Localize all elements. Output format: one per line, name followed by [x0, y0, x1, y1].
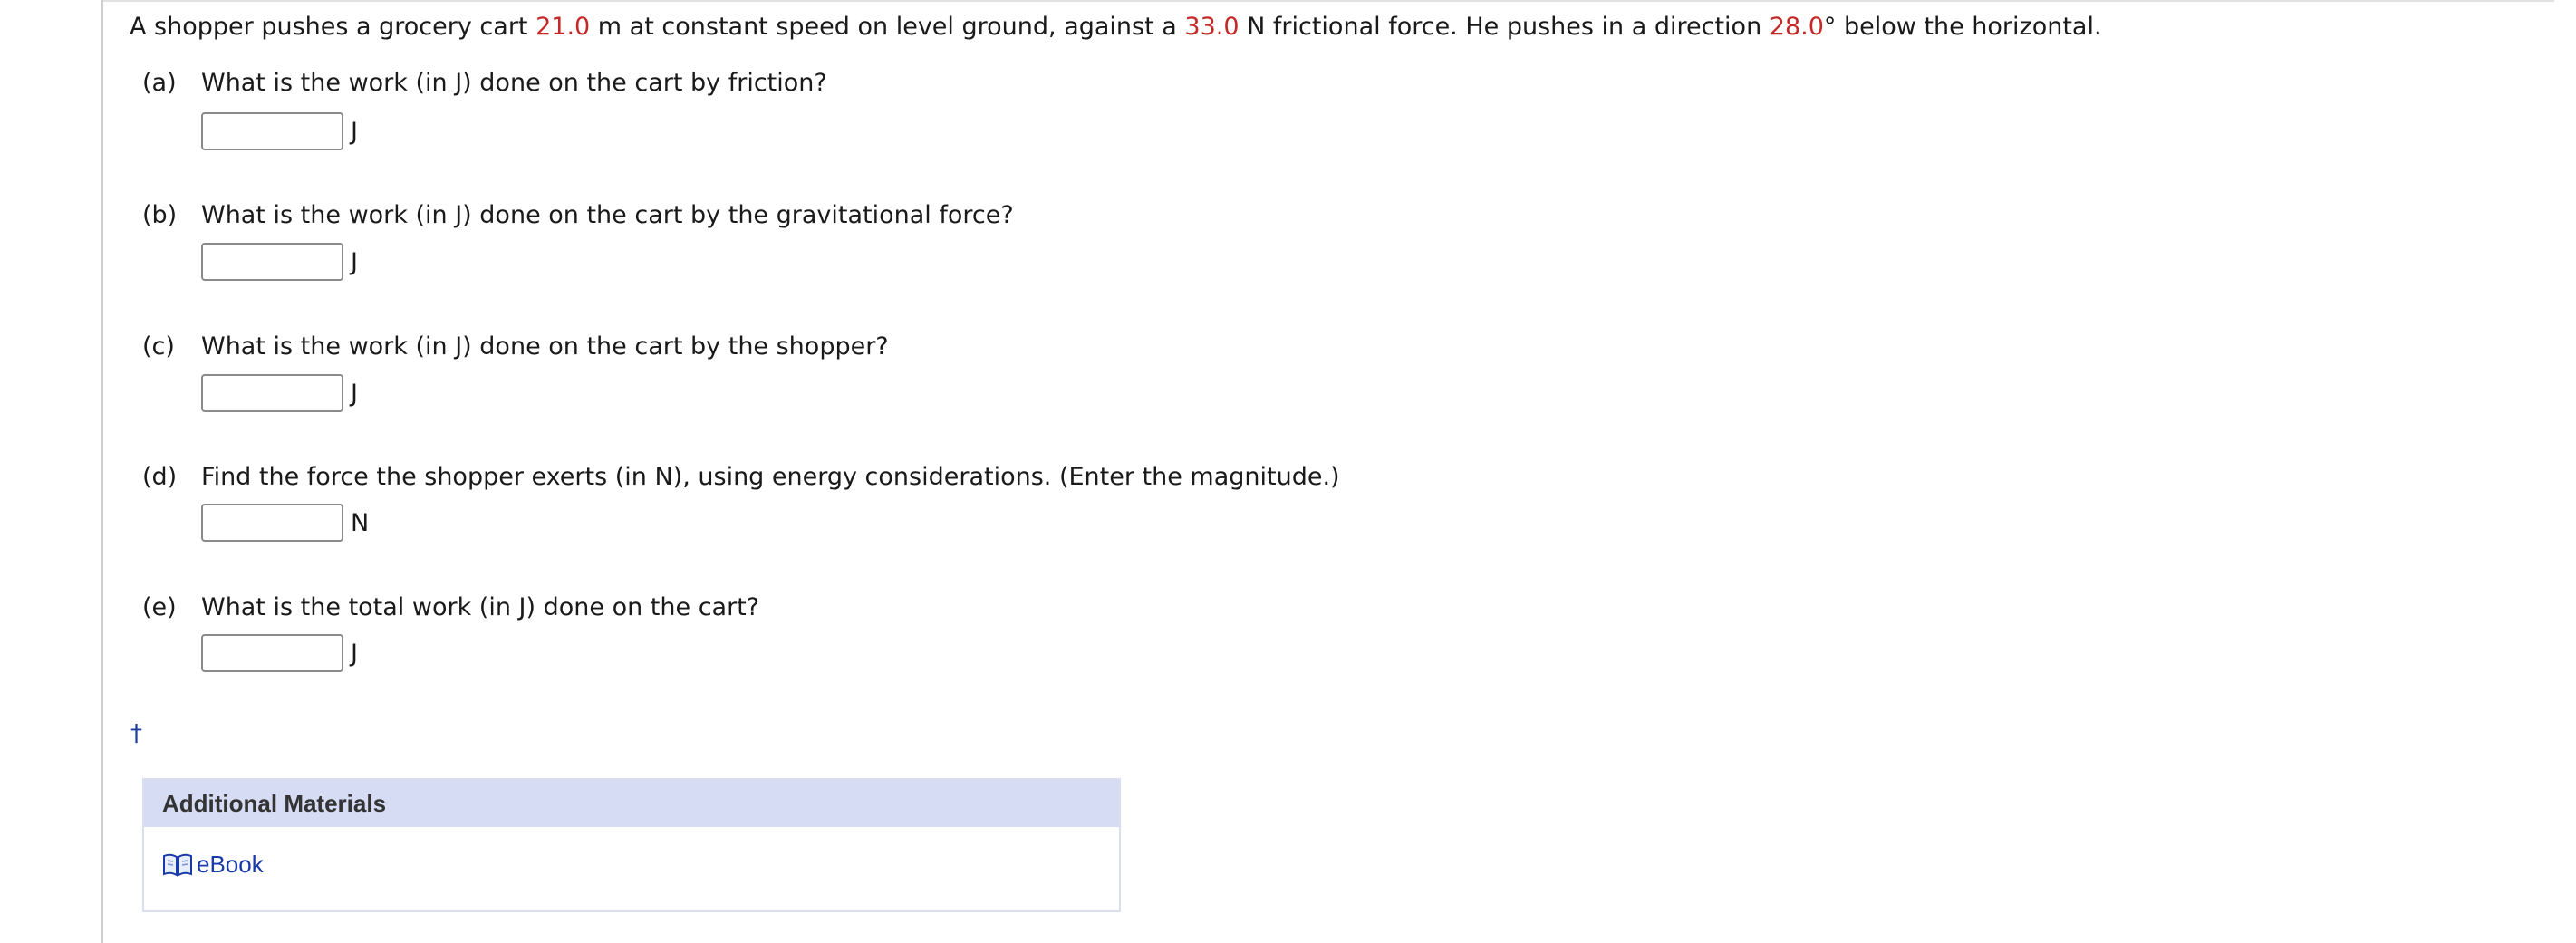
part-a-unit: J	[351, 117, 358, 146]
problem-text-4: ° below the horizontal.	[1823, 13, 2102, 41]
part-b-answer-row: J	[201, 243, 358, 281]
given-friction: 33.0	[1184, 13, 1240, 41]
part-d-answer-row: N	[201, 504, 369, 542]
part-b-letter: (b)	[142, 201, 178, 229]
problem-text-2: m at constant speed on level ground, aga…	[590, 13, 1185, 41]
footnote-dagger-link[interactable]: †	[130, 720, 142, 747]
ebook-link-label: eBook	[197, 851, 264, 878]
additional-materials-header: Additional Materials	[144, 780, 1119, 827]
part-b-answer-input[interactable]	[201, 243, 343, 281]
part-e-text: What is the total work (in J) done on th…	[201, 593, 760, 621]
part-e-answer-input[interactable]	[201, 634, 343, 672]
part-d-question: (d) Find the force the shopper exerts (in…	[142, 459, 1340, 496]
part-c-unit: J	[351, 379, 358, 408]
part-d-letter: (d)	[142, 463, 178, 491]
part-a-answer-row: J	[201, 112, 358, 150]
part-e-letter: (e)	[142, 593, 177, 621]
part-d-answer-input[interactable]	[201, 504, 343, 542]
part-e-question: (e) What is the total work (in J) done on…	[142, 590, 759, 626]
problem-statement: A shopper pushes a grocery cart 21.0 m a…	[130, 9, 2102, 45]
part-a-text: What is the work (in J) done on the cart…	[201, 69, 827, 97]
part-a-answer-input[interactable]	[201, 112, 343, 150]
additional-materials-panel: Additional Materials eBook	[142, 778, 1121, 912]
part-c-answer-input[interactable]	[201, 374, 343, 412]
part-a-question: (a) What is the work (in J) done on the c…	[142, 65, 827, 101]
problem-text-1: A shopper pushes a grocery cart	[130, 13, 536, 41]
part-d-unit: N	[351, 508, 370, 537]
part-c-text: What is the work (in J) done on the cart…	[201, 332, 889, 361]
problem-text-3: N frictional force. He pushes in a direc…	[1239, 13, 1770, 41]
part-c-answer-row: J	[201, 374, 358, 412]
left-divider	[101, 0, 103, 943]
part-c-letter: (c)	[142, 332, 175, 361]
part-e-unit: J	[351, 639, 358, 668]
book-icon	[162, 852, 193, 878]
part-d-text: Find the force the shopper exerts (in N)…	[201, 463, 1340, 491]
part-b-text: What is the work (in J) done on the cart…	[201, 201, 1014, 229]
part-c-question: (c) What is the work (in J) done on the c…	[142, 329, 889, 365]
given-angle: 28.0	[1769, 13, 1824, 41]
ebook-link[interactable]: eBook	[162, 851, 264, 879]
given-distance: 21.0	[535, 13, 591, 41]
part-b-question: (b) What is the work (in J) done on the c…	[142, 197, 1014, 234]
part-e-answer-row: J	[201, 634, 358, 672]
part-a-letter: (a)	[142, 69, 177, 97]
top-divider	[103, 0, 2554, 2]
part-b-unit: J	[351, 247, 358, 276]
